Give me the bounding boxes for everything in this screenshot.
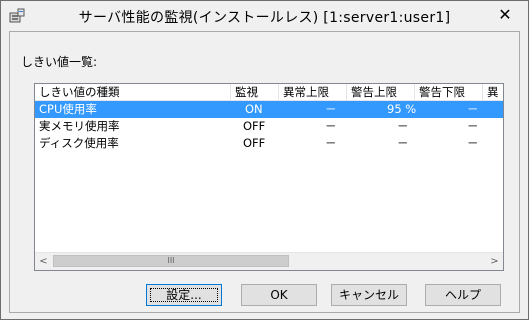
dialog-window: サーバ性能の監視(インストールレス) [1:server1:user1] ✕ し… (0, 0, 529, 320)
threshold-list[interactable]: しきい値の種類 監視 異常上限 警告上限 警告下限 異 CPU使用率 ON － … (34, 83, 504, 271)
focus-rectangle (150, 288, 218, 302)
cell-warn-upper: － (397, 119, 409, 133)
table-row[interactable]: 実メモリ使用率 OFF － － － (35, 118, 503, 135)
title-bar[interactable]: サーバ性能の監視(インストールレス) [1:server1:user1] ✕ (1, 1, 528, 31)
ok-button-label: OK (270, 288, 288, 302)
column-header-monitor[interactable]: 監視 (231, 84, 279, 100)
column-header-error-upper[interactable]: 異常上限 (279, 84, 347, 100)
column-header-error-lower[interactable]: 異 (483, 84, 503, 100)
close-button[interactable]: ✕ (488, 5, 522, 25)
cell-error-upper: － (325, 119, 337, 133)
cancel-button-label: キャンセル (338, 288, 399, 302)
cell-error-upper: － (325, 102, 337, 116)
cell-monitor: ON (245, 102, 263, 116)
cell-warn-lower: － (467, 102, 479, 116)
cell-warn-lower: － (467, 136, 479, 150)
help-button[interactable]: ヘルプ (425, 284, 501, 306)
close-icon: ✕ (498, 5, 512, 24)
window-title: サーバ性能の監視(インストールレス) [1:server1:user1] (78, 10, 451, 26)
cell-threshold-type: 実メモリ使用率 (39, 119, 120, 133)
cell-monitor: OFF (243, 136, 266, 150)
column-header-warn-upper[interactable]: 警告上限 (347, 84, 415, 100)
ok-button[interactable]: OK (241, 284, 317, 306)
cell-threshold-type: CPU使用率 (39, 102, 97, 116)
column-header-threshold-type[interactable]: しきい値の種類 (35, 84, 231, 100)
help-button-label: ヘルプ (444, 288, 481, 302)
scroll-left-icon[interactable]: < (35, 253, 52, 270)
cell-monitor: OFF (243, 119, 266, 133)
list-header: しきい値の種類 監視 異常上限 警告上限 警告下限 異 (35, 84, 503, 101)
scroll-thumb[interactable]: III (53, 255, 289, 267)
threshold-list-label: しきい値一覧: (21, 55, 98, 69)
scroll-right-icon[interactable]: > (486, 253, 503, 270)
table-row[interactable]: CPU使用率 ON － 95 % － (35, 101, 503, 118)
settings-button[interactable]: 設定... (146, 284, 222, 306)
cell-threshold-type: ディスク使用率 (39, 136, 119, 150)
column-header-warn-lower[interactable]: 警告下限 (415, 84, 483, 100)
cell-warn-upper: － (397, 136, 409, 150)
cancel-button[interactable]: キャンセル (331, 284, 407, 306)
cell-error-upper: － (325, 136, 337, 150)
grip-icon: III (167, 256, 175, 265)
horizontal-scrollbar[interactable]: < III > (35, 252, 503, 270)
cell-warn-upper: 95 % (387, 102, 417, 116)
table-row[interactable]: ディスク使用率 OFF － － － (35, 135, 503, 152)
cell-warn-lower: － (467, 119, 479, 133)
